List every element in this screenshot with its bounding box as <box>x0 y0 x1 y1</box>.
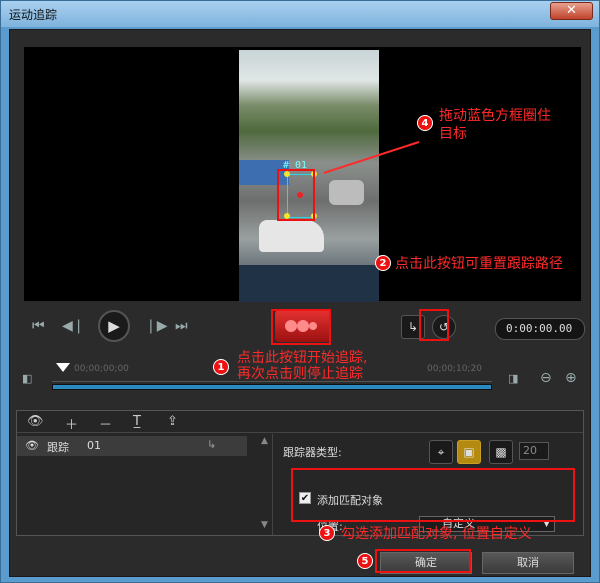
motion-tracking-window: 运动追踪 ✕ # 01 ⏮ ◀❘ ▶ ❘▶ ⏭ ↳ ↺ 0:00:00.00 ◧… <box>0 0 600 583</box>
tracker-type-label: 跟踪器类型: <box>283 446 342 459</box>
annotation-4: 拖动蓝色方框圈住 <box>439 108 551 124</box>
path-icon: ↳ <box>207 438 217 451</box>
step-1-badge: 1 <box>213 359 229 375</box>
zoom-in-icon[interactable]: ⊕ <box>565 370 577 386</box>
tracker-toolbar: 👁 ＋ － T̲ ⇪ <box>17 411 583 433</box>
zoom-fit-left-icon[interactable]: ◧ <box>22 372 32 385</box>
list-item[interactable]: 👁 跟踪 01 ↳ <box>17 436 247 456</box>
start-time: 00;00;00;00 <box>74 364 129 374</box>
zoom-fit-right-icon[interactable]: ◨ <box>508 372 518 385</box>
car-image <box>329 180 364 205</box>
annotation-2: 点击此按钮可重置跟踪路径 <box>395 256 563 272</box>
reset-button-highlight <box>419 309 449 341</box>
annotation-1-line2: 再次点击则停止追踪 <box>237 366 363 382</box>
skip-end-icon[interactable]: ⏭ <box>175 318 188 334</box>
match-options-highlight <box>291 468 575 522</box>
play-icon: ▶ <box>108 317 120 335</box>
step-2-badge: 2 <box>375 255 391 271</box>
step-back-icon[interactable]: ◀❘ <box>62 318 85 334</box>
ok-button-highlight <box>375 549 471 573</box>
step-5-badge: 5 <box>357 553 373 569</box>
window-title: 运动追踪 <box>9 8 58 22</box>
title-bar[interactable]: 运动追踪 ✕ <box>1 1 599 27</box>
step-4-badge: 4 <box>417 115 433 131</box>
point-tracker-button[interactable]: ⌖ <box>429 440 453 464</box>
area-icon: ▣ <box>463 445 475 459</box>
tracker-list: 👁 跟踪 01 ↳ ▲ ▼ <box>17 434 273 535</box>
tracking-box-highlight <box>277 169 315 221</box>
add-icon[interactable]: ＋ <box>65 414 78 433</box>
step-forward-icon[interactable]: ❘▶ <box>145 318 168 334</box>
tracker-id: 01 <box>87 439 101 452</box>
dashboard-image <box>239 265 379 302</box>
mosaic-button[interactable]: ▩ <box>489 440 513 464</box>
crosshair-icon: ⌖ <box>437 445 445 459</box>
eye-icon[interactable]: 👁 <box>25 439 39 452</box>
export-icon[interactable]: ⇪ <box>167 414 178 429</box>
scroll-up-icon[interactable]: ▲ <box>261 436 268 446</box>
playhead[interactable] <box>56 363 70 372</box>
close-button[interactable]: ✕ <box>550 2 593 20</box>
annotation-4-line2: 目标 <box>439 126 467 142</box>
remove-icon[interactable]: － <box>99 414 112 433</box>
rename-icon[interactable]: T̲ <box>133 414 141 429</box>
mosaic-icon: ▩ <box>495 445 507 459</box>
mosaic-size-spinner[interactable]: 20 <box>519 442 549 460</box>
path-icon: ↳ <box>407 320 419 334</box>
play-button[interactable]: ▶ <box>98 310 130 342</box>
car-image <box>259 220 324 252</box>
close-icon: ✕ <box>566 3 577 18</box>
step-3-badge: 3 <box>319 525 335 541</box>
skip-start-icon[interactable]: ⏮ <box>32 318 45 334</box>
track-range-bar[interactable] <box>52 384 492 390</box>
mark-time: 00;00;10;20 <box>427 364 482 374</box>
tracker-name: 跟踪 <box>47 441 69 454</box>
timecode-field[interactable]: 0:00:00.00 <box>495 318 585 340</box>
scroll-down-icon[interactable]: ▼ <box>261 520 268 530</box>
track-button-highlight <box>271 309 331 345</box>
eye-icon[interactable]: 👁 <box>27 414 44 429</box>
cancel-button[interactable]: 取消 <box>482 552 574 574</box>
annotation-3: 勾选添加匹配对象, 位置自定义 <box>341 526 532 542</box>
zoom-out-icon[interactable]: ⊖ <box>540 370 552 386</box>
area-tracker-button[interactable]: ▣ <box>457 440 481 464</box>
